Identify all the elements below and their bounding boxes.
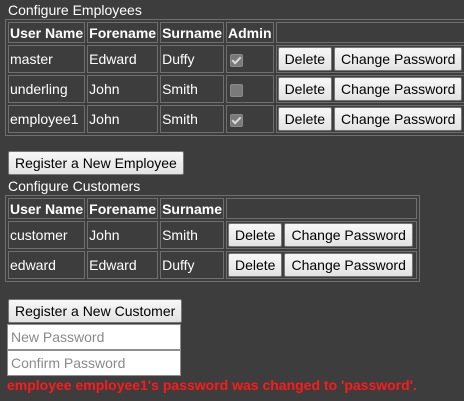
cell-admin (226, 75, 274, 103)
cell-username: customer (8, 221, 86, 249)
register-customer-button[interactable]: Register a New Customer (8, 299, 183, 323)
cell-forename: John (87, 105, 159, 133)
new-password-input[interactable] (7, 324, 181, 350)
cell-forename: Edward (87, 251, 159, 279)
cell-username: master (8, 45, 86, 73)
cell-surname: Smith (160, 221, 224, 249)
cell-admin (226, 45, 274, 73)
change-password-button[interactable]: Change Password (284, 253, 413, 277)
column-header-admin: Admin (226, 22, 274, 43)
delete-button[interactable]: Delete (228, 223, 283, 247)
table-row: edward Edward Duffy Delete Change Passwor… (8, 251, 417, 279)
cell-actions: Delete Change Password (226, 221, 417, 249)
cell-actions: Delete Change Password (275, 45, 464, 73)
customers-header-row: User Name Forename Surname (8, 198, 417, 219)
cell-username: underling (8, 75, 86, 103)
column-header-forename: Forename (87, 198, 159, 219)
cell-username: employee1 (8, 105, 86, 133)
column-header-surname: Surname (160, 22, 224, 43)
column-header-actions (226, 198, 417, 219)
column-header-username: User Name (8, 22, 86, 43)
cell-forename: John (87, 221, 159, 249)
cell-actions: Delete Change Password (275, 105, 464, 133)
table-row: underling John Smith Delete Change Passwo… (8, 75, 464, 103)
employees-header-row: User Name Forename Surname Admin (8, 22, 464, 43)
delete-button[interactable]: Delete (277, 107, 333, 131)
change-password-button[interactable]: Change Password (334, 77, 463, 101)
delete-button[interactable]: Delete (277, 77, 333, 101)
change-password-button[interactable]: Change Password (334, 107, 463, 131)
column-header-actions (275, 22, 464, 43)
cell-surname: Smith (160, 105, 224, 133)
admin-checkbox[interactable] (230, 53, 243, 67)
table-row: customer John Smith Delete Change Passwor… (8, 221, 417, 249)
change-password-button[interactable]: Change Password (284, 223, 413, 247)
change-password-button[interactable]: Change Password (334, 47, 463, 71)
cell-surname: Smith (160, 75, 224, 103)
register-employee-button[interactable]: Register a New Employee (8, 151, 184, 175)
cell-actions: Delete Change Password (226, 251, 417, 279)
employees-section-title: Configure Employees (8, 2, 142, 18)
column-header-surname: Surname (160, 198, 224, 219)
customers-table: User Name Forename Surname customer John… (5, 195, 420, 282)
column-header-username: User Name (8, 198, 86, 219)
admin-checkbox[interactable] (230, 113, 243, 127)
table-row: employee1 John Smith Delete Change Passwo… (8, 105, 464, 133)
delete-button[interactable]: Delete (277, 47, 333, 71)
employees-table: User Name Forename Surname Admin master … (5, 19, 464, 136)
cell-forename: John (87, 75, 159, 103)
cell-forename: Edward (87, 45, 159, 73)
status-message: employee employee1's password was change… (7, 377, 417, 393)
cell-surname: Duffy (160, 45, 224, 73)
cell-username: edward (8, 251, 86, 279)
cell-actions: Delete Change Password (275, 75, 464, 103)
cell-surname: Duffy (160, 251, 224, 279)
table-row: master Edward Duffy Delete Change Passwor… (8, 45, 464, 73)
cell-admin (226, 105, 274, 133)
admin-checkbox[interactable] (230, 83, 243, 97)
delete-button[interactable]: Delete (228, 253, 283, 277)
customers-section-title: Configure Customers (8, 178, 141, 194)
column-header-forename: Forename (87, 22, 159, 43)
confirm-password-input[interactable] (7, 350, 181, 376)
